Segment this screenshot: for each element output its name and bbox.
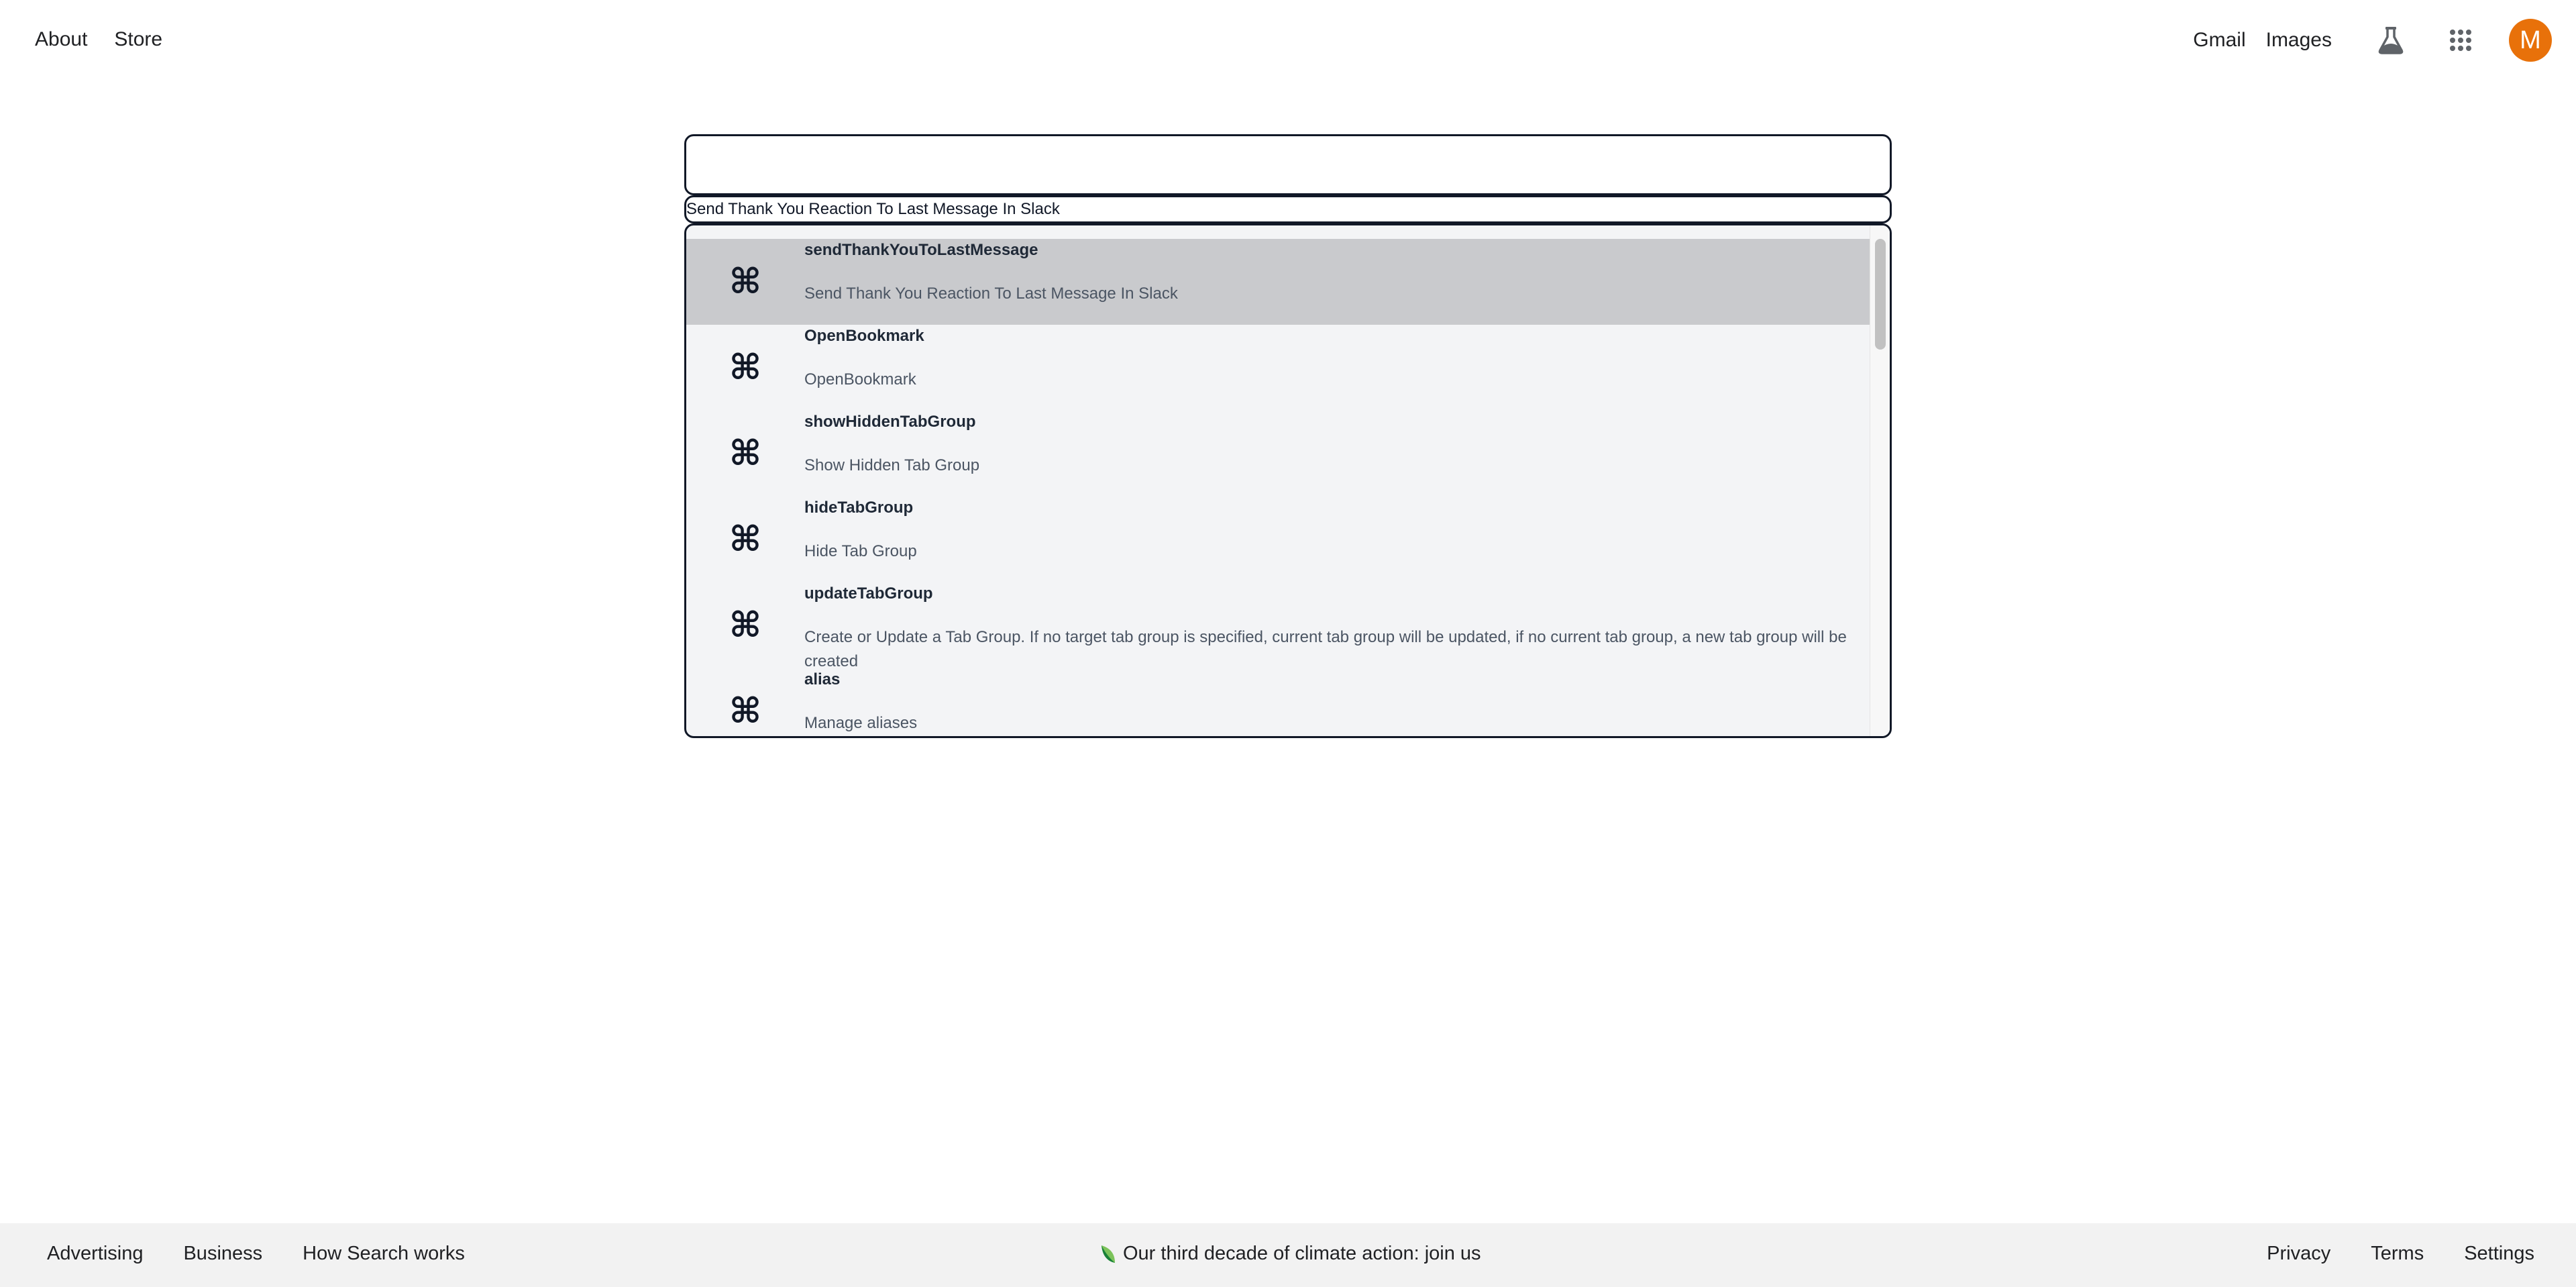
terms-link[interactable]: Terms [2371, 1243, 2424, 1265]
result-text: hideTabGroup Hide Tab Group [804, 497, 1870, 582]
result-description: Show Hidden Tab Group [804, 456, 980, 474]
command-icon: ⌘ [729, 348, 762, 388]
command-results-list: ⌘ sendThankYouToLastMessage Send Thank Y… [684, 223, 1892, 738]
result-item[interactable]: ⌘ alias Manage aliases [686, 668, 1870, 736]
footer-right-links: Privacy Terms Settings [2267, 1243, 2534, 1265]
command-icon: ⌘ [729, 519, 762, 560]
search-input[interactable] [686, 136, 1890, 193]
advertising-link[interactable]: Advertising [47, 1243, 143, 1265]
store-link[interactable]: Store [114, 27, 162, 52]
how-search-works-link[interactable]: How Search works [303, 1243, 465, 1265]
scrollbar-thumb[interactable] [1875, 239, 1886, 350]
footer: Advertising Business How Search works Ou… [0, 1223, 2576, 1287]
result-title: sendThankYouToLastMessage [804, 241, 1038, 259]
climate-action-link[interactable]: Our third decade of climate action: join… [1123, 1243, 1481, 1265]
result-title: hideTabGroup [804, 499, 914, 517]
header-left-links: About Store [35, 27, 162, 52]
search-box [684, 134, 1892, 195]
result-description: Hide Tab Group [804, 542, 917, 560]
gmail-link[interactable]: Gmail [2193, 28, 2245, 53]
result-text: alias Manage aliases [804, 668, 1870, 736]
result-title: alias [804, 670, 841, 688]
result-item[interactable]: ⌘ hideTabGroup Hide Tab Group [686, 497, 1870, 582]
selected-command-text: Send Thank You Reaction To Last Message … [684, 195, 1892, 223]
result-text: sendThankYouToLastMessage Send Thank You… [804, 239, 1870, 325]
images-link[interactable]: Images [2266, 28, 2332, 53]
climate-action-link-wrap: Our third decade of climate action: join… [1100, 1243, 1481, 1265]
result-item[interactable]: ⌘ OpenBookmark OpenBookmark [686, 325, 1870, 411]
result-title: OpenBookmark [804, 327, 924, 345]
account-avatar[interactable]: M [2509, 19, 2552, 62]
header-right-links: Gmail Images M [2193, 15, 2552, 66]
result-text: updateTabGroup Create or Update a Tab Gr… [804, 582, 1870, 670]
privacy-link[interactable]: Privacy [2267, 1243, 2330, 1265]
command-icon: ⌘ [729, 262, 762, 302]
settings-link[interactable]: Settings [2464, 1243, 2534, 1265]
result-item[interactable]: ⌘ showHiddenTabGroup Show Hidden Tab Gro… [686, 411, 1870, 497]
result-text: OpenBookmark OpenBookmark [804, 325, 1870, 411]
leaf-icon [1102, 1245, 1115, 1263]
command-icon: ⌘ [729, 433, 762, 474]
command-icon: ⌘ [729, 605, 762, 646]
top-header: About Store Gmail Images M [0, 0, 2576, 79]
results-items: ⌘ sendThankYouToLastMessage Send Thank Y… [686, 239, 1870, 736]
result-item[interactable]: ⌘ sendThankYouToLastMessage Send Thank Y… [686, 239, 1870, 325]
result-description: Create or Update a Tab Group. If no targ… [804, 628, 1847, 670]
labs-button[interactable] [2365, 15, 2416, 66]
labs-flask-icon [2378, 27, 2404, 54]
result-title: updateTabGroup [804, 584, 933, 603]
result-text: showHiddenTabGroup Show Hidden Tab Group [804, 411, 1870, 497]
apps-grid-icon [2450, 30, 2471, 51]
footer-left-links: Advertising Business How Search works [47, 1243, 465, 1265]
about-link[interactable]: About [35, 27, 87, 52]
result-item[interactable]: ⌘ updateTabGroup Create or Update a Tab … [686, 582, 1870, 670]
result-description: Manage aliases [804, 714, 918, 732]
result-description: Send Thank You Reaction To Last Message … [804, 285, 1178, 303]
result-description: OpenBookmark [804, 370, 916, 389]
command-icon: ⌘ [729, 691, 762, 731]
result-title: showHiddenTabGroup [804, 413, 976, 431]
business-link[interactable]: Business [183, 1243, 262, 1265]
results-scrollbar[interactable] [1870, 225, 1890, 736]
apps-button[interactable] [2435, 15, 2486, 66]
